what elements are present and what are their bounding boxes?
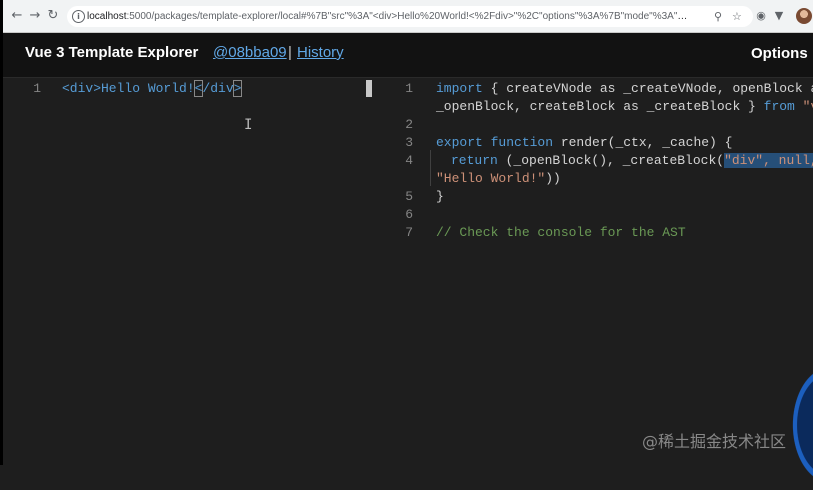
code-text: ))	[545, 171, 561, 186]
keyword: export function	[436, 135, 554, 150]
code-text: _openBlock, createBlock as _createBlock …	[436, 99, 764, 114]
code-comment: // Check the console for the AST	[436, 225, 686, 240]
history-link[interactable]: History	[297, 44, 344, 61]
page-title: Vue 3 Template Explorer	[25, 44, 199, 61]
line-number: 5	[405, 189, 413, 204]
line-number: 1	[33, 81, 41, 96]
string: "vue"	[802, 99, 813, 114]
code-line: return (_openBlock(), _createBlock("div"…	[451, 152, 813, 170]
string: "Hello World!"	[436, 171, 546, 186]
template-editor[interactable]: 1 <div>Hello World!</div> I	[3, 78, 378, 465]
bracket-gt: >	[232, 80, 243, 97]
info-icon[interactable]: i	[72, 10, 85, 23]
line-number: 7	[405, 225, 413, 240]
code-text: { createVNode as _createVNode, openBlock…	[482, 81, 813, 96]
star-icon[interactable]: ☆	[732, 8, 742, 25]
zoom-icon[interactable]: ⚲	[714, 8, 722, 25]
keyword: import	[436, 81, 483, 96]
back-icon[interactable]: ←	[9, 8, 25, 24]
keyword: from	[763, 99, 795, 114]
extension-icon[interactable]: ◉	[753, 8, 769, 24]
line-number: 6	[405, 207, 413, 222]
watermark: @稀土掘金技术社区	[642, 432, 787, 451]
url-path: :5000/packages/template-explorer/local#%…	[126, 11, 693, 22]
url-text[interactable]: localhost:5000/packages/template-explore…	[87, 9, 693, 24]
indent-guide	[430, 150, 431, 186]
template-code-line[interactable]: <div>Hello World!</div>	[62, 80, 243, 98]
header-separator: |	[288, 44, 292, 61]
options-button[interactable]: Options ↘	[751, 44, 813, 62]
template-open: <div>Hello World!	[62, 81, 195, 96]
line-number: 4	[405, 153, 413, 168]
address-bar[interactable]: i localhost:5000/packages/template-explo…	[67, 6, 753, 27]
forward-icon[interactable]: →	[27, 8, 43, 24]
code-text: (_openBlock(), _createBlock(	[497, 153, 725, 168]
reload-icon[interactable]: ↻	[45, 8, 61, 24]
filter-icon[interactable]: ▼	[771, 8, 787, 24]
selected-text: "div", null,	[724, 153, 813, 168]
commit-link[interactable]: @08bba09	[213, 44, 287, 61]
output-editor[interactable]: 1 2 3 4 5 6 7 import { createVNode as _c…	[378, 78, 813, 465]
line-number: 1	[405, 81, 413, 96]
code-line: _openBlock, createBlock as _createBlock …	[436, 98, 813, 116]
template-close-tag: /div	[202, 81, 234, 96]
code-line: }	[436, 189, 444, 204]
line-number: 2	[405, 117, 413, 132]
keyword: return	[451, 153, 498, 168]
code-text: render(_ctx, _cache) {	[553, 135, 733, 150]
url-host: localhost	[87, 11, 127, 22]
code-line: export function render(_ctx, _cache) {	[436, 134, 732, 152]
avatar[interactable]	[796, 8, 812, 24]
text-cursor-icon: I	[244, 117, 253, 133]
app-header: Vue 3 Template Explorer @08bba09 | Histo…	[3, 33, 813, 78]
line-number: 3	[405, 135, 413, 150]
editor-scroll-marker[interactable]	[366, 80, 372, 97]
browser-toolbar: ← → ↻ i localhost:5000/packages/template…	[3, 0, 813, 33]
code-line: "Hello World!"))	[436, 170, 561, 188]
code-line: import { createVNode as _createVNode, op…	[436, 80, 813, 98]
